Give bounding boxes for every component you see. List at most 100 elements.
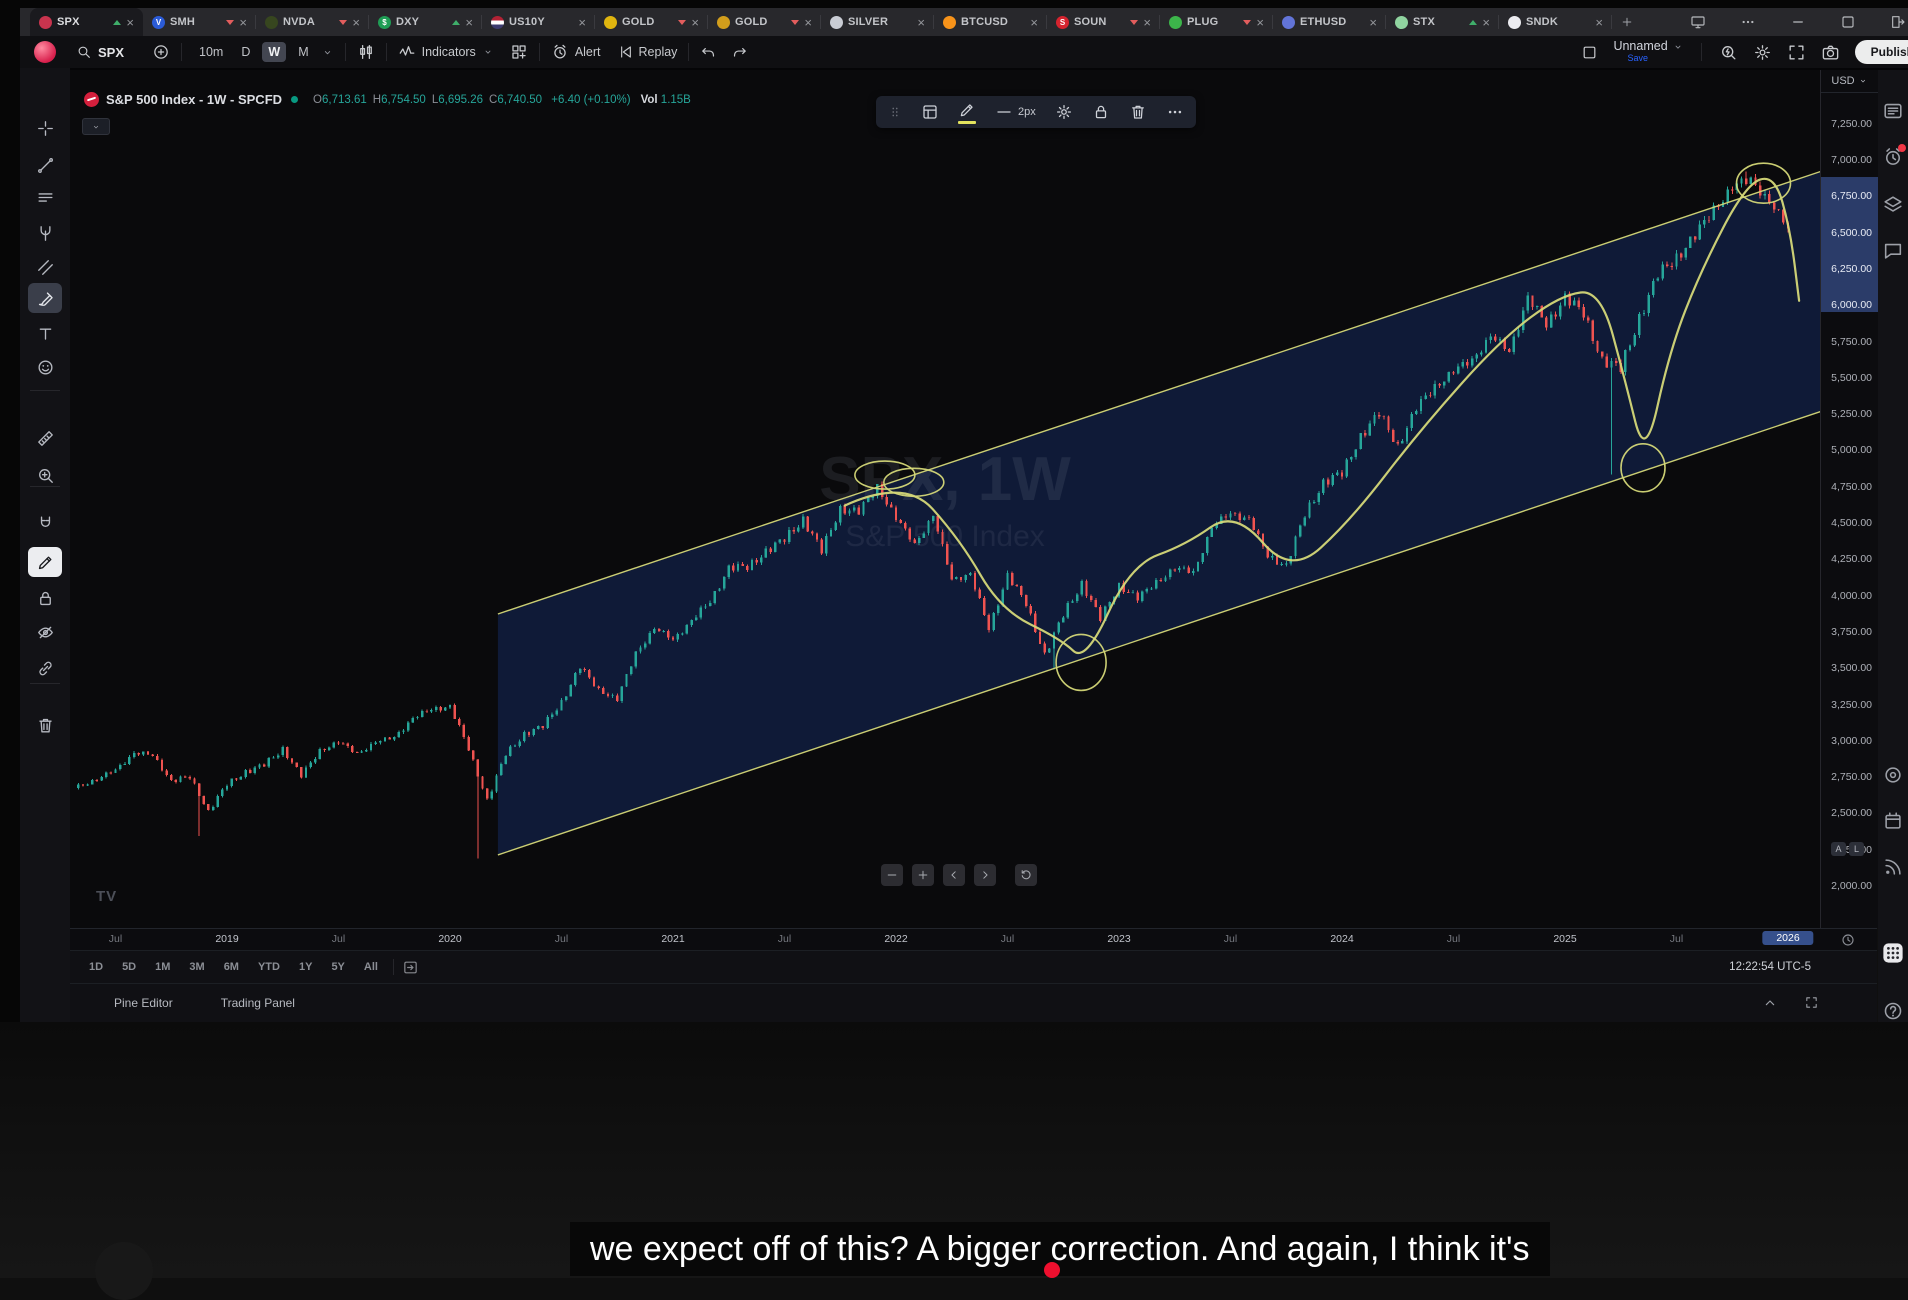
lock-button[interactable] <box>1092 103 1110 121</box>
legend-collapse-button[interactable] <box>82 118 110 135</box>
tab-close-icon[interactable]: × <box>1143 16 1151 29</box>
interval-d[interactable]: D <box>235 42 256 62</box>
tab-close-icon[interactable]: × <box>1369 16 1377 29</box>
auto-scale-button[interactable]: A <box>1831 842 1846 856</box>
emoji-tool[interactable] <box>28 352 62 382</box>
cast-icon[interactable] <box>1690 14 1706 30</box>
pine-editor-tab[interactable]: Pine Editor <box>114 996 173 1010</box>
snapshot-camera-icon[interactable] <box>1821 43 1840 62</box>
help-icon[interactable] <box>1882 1000 1904 1022</box>
object-tree-icon[interactable] <box>1882 194 1904 216</box>
minimize-icon[interactable] <box>1790 14 1806 30</box>
browser-tab-us10y[interactable]: US10Y × <box>482 8 595 36</box>
quick-search-icon[interactable] <box>1719 43 1738 62</box>
undo-button[interactable] <box>700 44 717 61</box>
chat-icon[interactable] <box>1882 240 1904 262</box>
crosshair-tool[interactable] <box>28 113 62 143</box>
timezone-clock-icon[interactable] <box>1840 932 1856 948</box>
browser-tab-stx[interactable]: STX × <box>1386 8 1499 36</box>
interval-10m[interactable]: 10m <box>193 42 229 62</box>
range-5d[interactable]: 5D <box>115 958 143 976</box>
chart-legend[interactable]: S&P 500 Index - 1W - SPCFD O6,713.61 H6,7… <box>84 90 691 108</box>
browser-tab-silver[interactable]: SILVER × <box>821 8 934 36</box>
lock-drawings-tool[interactable] <box>28 583 62 613</box>
line-width-button[interactable]: 2px <box>995 103 1036 121</box>
panel-maximize-icon[interactable] <box>1804 995 1819 1011</box>
fib-retracement-tool[interactable] <box>28 182 62 212</box>
color-button[interactable] <box>958 101 976 124</box>
browser-tab-dxy[interactable]: $ DXY × <box>369 8 482 36</box>
browser-tab-gold[interactable]: GOLD × <box>708 8 821 36</box>
browser-tab-smh[interactable]: V SMH × <box>143 8 256 36</box>
exit-icon[interactable] <box>1890 14 1906 30</box>
tab-close-icon[interactable]: × <box>1595 16 1603 29</box>
multichart-icon[interactable] <box>1581 44 1598 61</box>
currency-selector[interactable]: USD <box>1821 70 1878 93</box>
range-5y[interactable]: 5Y <box>324 958 351 976</box>
reset-chart-button[interactable] <box>1015 864 1037 886</box>
watchlist-icon[interactable] <box>1882 100 1904 122</box>
tab-close-icon[interactable]: × <box>1030 16 1038 29</box>
brush-tool[interactable] <box>28 283 62 313</box>
price-chart[interactable]: SPX, 1WS&P 500 Index <box>70 70 1820 928</box>
tab-close-icon[interactable]: × <box>239 16 247 29</box>
tab-close-icon[interactable]: × <box>126 16 134 29</box>
hotlists-icon[interactable] <box>1882 764 1904 786</box>
range-1y[interactable]: 1Y <box>292 958 319 976</box>
tradingview-logo[interactable]: TV <box>96 888 117 905</box>
range-all[interactable]: All <box>357 958 385 976</box>
trend-line-tool[interactable] <box>28 150 62 180</box>
apps-icon[interactable] <box>1882 942 1904 964</box>
stay-drawing-mode-tool[interactable] <box>28 547 62 577</box>
range-ytd[interactable]: YTD <box>251 958 287 976</box>
chart-canvas[interactable]: SPX, 1W S&P 500 Index S&P 500 Index - 1W … <box>70 70 1820 928</box>
remove-drawings-tool[interactable] <box>28 710 62 740</box>
tab-close-icon[interactable]: × <box>1256 16 1264 29</box>
range-1m[interactable]: 1M <box>148 958 177 976</box>
browser-tab-spx[interactable]: SPX × <box>30 8 143 36</box>
magnet-tool[interactable] <box>28 508 62 538</box>
scroll-right-button[interactable] <box>974 864 996 886</box>
browser-tab-btcusd[interactable]: BTCUSD × <box>934 8 1047 36</box>
price-scale[interactable]: USD 7,250.00 7,000.00 6,750.00 6,500.00 6,25… <box>1820 70 1878 928</box>
tab-close-icon[interactable]: × <box>578 16 586 29</box>
restore-icon[interactable] <box>1840 14 1856 30</box>
go-to-date-icon[interactable] <box>402 959 419 976</box>
chart-style-button[interactable] <box>357 43 375 61</box>
save-hint[interactable]: Save <box>1627 53 1648 64</box>
sync-drawings-tool[interactable] <box>28 653 62 683</box>
layout-name-button[interactable]: Unnamed Save <box>1613 40 1683 64</box>
tab-close-icon[interactable]: × <box>465 16 473 29</box>
alerts-icon[interactable] <box>1882 144 1906 168</box>
interval-m[interactable]: M <box>292 42 314 62</box>
drag-handle[interactable] <box>888 105 902 119</box>
scroll-left-button[interactable] <box>943 864 965 886</box>
tab-close-icon[interactable]: × <box>352 16 360 29</box>
time-scale[interactable]: Jul 2019 Jul 2020 Jul 2021 Jul 2022 Jul 2023 Jul 20… <box>70 928 1877 951</box>
zoom-out-button[interactable] <box>881 864 903 886</box>
browser-tab-plug[interactable]: PLUG × <box>1160 8 1273 36</box>
tab-close-icon[interactable]: × <box>1482 16 1490 29</box>
symbol-search-button[interactable]: SPX <box>76 44 124 60</box>
feed-icon[interactable] <box>1882 856 1904 878</box>
indicators-button[interactable]: Indicators <box>398 43 494 61</box>
pitchfork-tool[interactable] <box>28 218 62 248</box>
settings-gear-icon[interactable] <box>1753 43 1772 62</box>
tab-close-icon[interactable]: × <box>804 16 812 29</box>
settings-button[interactable] <box>1055 103 1073 121</box>
trading-panel-tab[interactable]: Trading Panel <box>221 996 295 1010</box>
redo-button[interactable] <box>731 44 748 61</box>
delete-button[interactable] <box>1129 103 1147 121</box>
browser-tab-ethusd[interactable]: ETHUSD × <box>1273 8 1386 36</box>
text-tool[interactable] <box>28 318 62 348</box>
browser-tab-gold[interactable]: GOLD × <box>595 8 708 36</box>
browser-tab-soun[interactable]: S SOUN × <box>1047 8 1160 36</box>
layout-grid-button[interactable] <box>510 43 528 61</box>
more-menu-icon[interactable] <box>1740 14 1756 30</box>
publish-button[interactable]: Publish <box>1854 40 1908 64</box>
measure-tool[interactable] <box>28 423 62 453</box>
style-template-button[interactable] <box>921 103 939 121</box>
zoom-in-button[interactable] <box>912 864 934 886</box>
new-tab-button[interactable] <box>1620 8 1634 36</box>
fullscreen-icon[interactable] <box>1787 43 1806 62</box>
